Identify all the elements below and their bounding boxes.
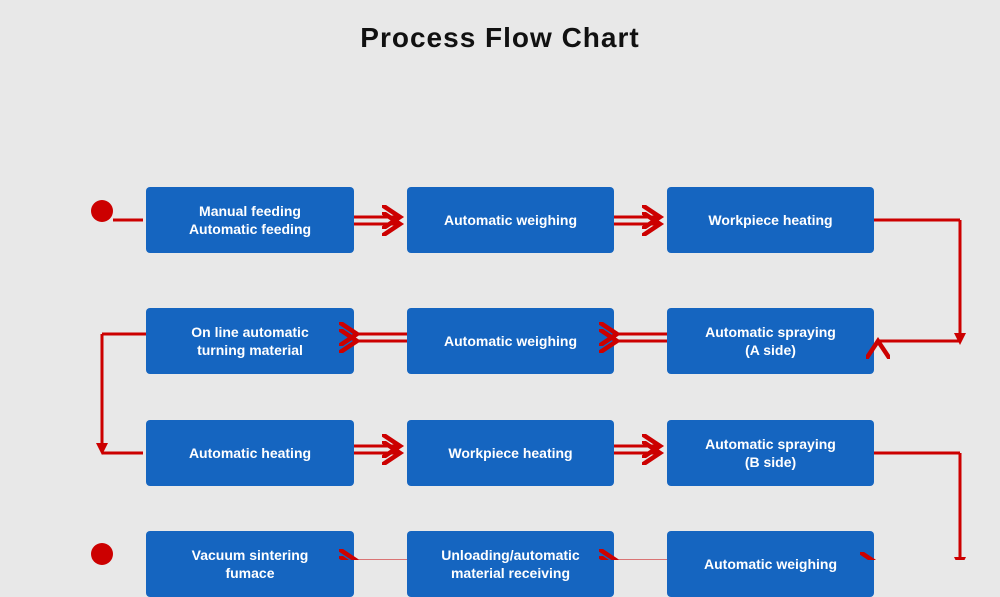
flow-chart: Manual feedingAutomatic feeding Automati… (0, 75, 1000, 560)
box-workpiece-heating-2: Workpiece heating (407, 420, 614, 486)
box-online-turning: On line automaticturning material (146, 308, 354, 374)
arrow-b6-b5 (617, 334, 667, 341)
box-manual-feeding: Manual feedingAutomatic feeding (146, 187, 354, 253)
start-circle-1 (91, 200, 113, 222)
arrow-b2-b3 (614, 217, 660, 224)
box-auto-weighing-2: Automatic weighing (407, 308, 614, 374)
box-auto-heating: Automatic heating (146, 420, 354, 486)
box-auto-weighing-1: Automatic weighing (407, 187, 614, 253)
box-auto-weighing-4: Automatic weighing (667, 531, 874, 597)
arrow-b8-b9 (614, 446, 660, 453)
page-title: Process Flow Chart (0, 0, 1000, 54)
box-unloading: Unloading/automaticmaterial receiving (407, 531, 614, 597)
arrow-b5-b4 (357, 334, 407, 341)
arrow-b1-b2 (354, 217, 400, 224)
box-auto-spraying-b: Automatic spraying(B side) (667, 420, 874, 486)
start-circle-2 (91, 543, 113, 565)
box-workpiece-heating-1: Workpiece heating (667, 187, 874, 253)
arrow-b7-b8 (354, 446, 400, 453)
box-auto-spraying-a: Automatic spraying(A side) (667, 308, 874, 374)
box-vacuum-sintering: Vacuum sinteringfumace (146, 531, 354, 597)
